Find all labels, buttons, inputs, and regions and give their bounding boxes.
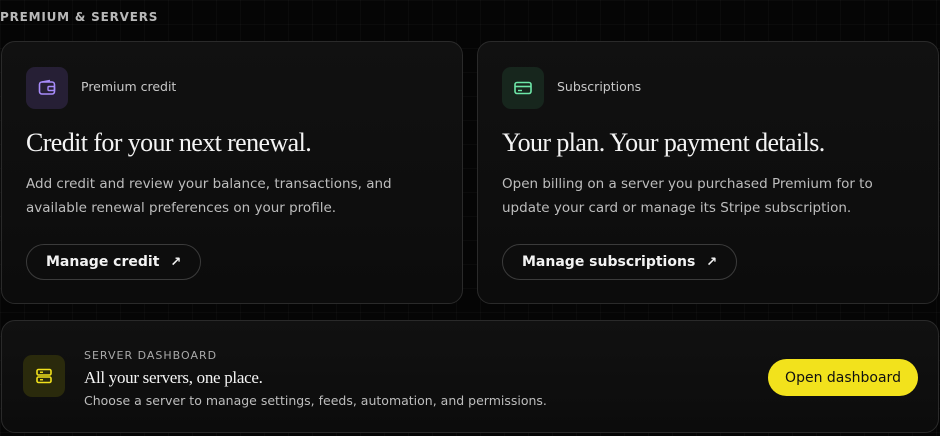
- premium-credit-card: Premium credit Credit for your next rene…: [1, 41, 463, 304]
- card-title: Your plan. Your payment details.: [502, 128, 825, 157]
- card-kicker: Subscriptions: [557, 79, 642, 94]
- button-label: Manage credit: [46, 254, 160, 270]
- external-arrow-icon: ↗: [170, 254, 182, 270]
- button-label: Manage subscriptions: [522, 254, 696, 270]
- external-arrow-icon: ↗: [706, 254, 718, 270]
- subscriptions-card: Subscriptions Your plan. Your payment de…: [477, 41, 939, 304]
- wallet-icon: [26, 67, 68, 109]
- card-description: Add credit and review your balance, tran…: [26, 176, 392, 216]
- credit-card-icon: [502, 67, 544, 109]
- dashboard-title: All your servers, one place.: [84, 368, 263, 387]
- manage-subscriptions-button[interactable]: Manage subscriptions ↗: [502, 244, 738, 280]
- manage-credit-button[interactable]: Manage credit ↗: [26, 244, 202, 280]
- dashboard-kicker: SERVER DASHBOARD: [84, 349, 218, 362]
- card-description: Open billing on a server you purchased P…: [502, 176, 873, 216]
- section-label: PREMIUM & SERVERS: [0, 10, 159, 24]
- server-icon: [23, 355, 65, 397]
- card-kicker: Premium credit: [81, 79, 177, 94]
- dashboard-description: Choose a server to manage settings, feed…: [84, 393, 547, 408]
- open-dashboard-button[interactable]: Open dashboard: [768, 359, 918, 396]
- server-dashboard-card: SERVER DASHBOARD All your servers, one p…: [1, 320, 939, 433]
- card-title: Credit for your next renewal.: [26, 128, 312, 157]
